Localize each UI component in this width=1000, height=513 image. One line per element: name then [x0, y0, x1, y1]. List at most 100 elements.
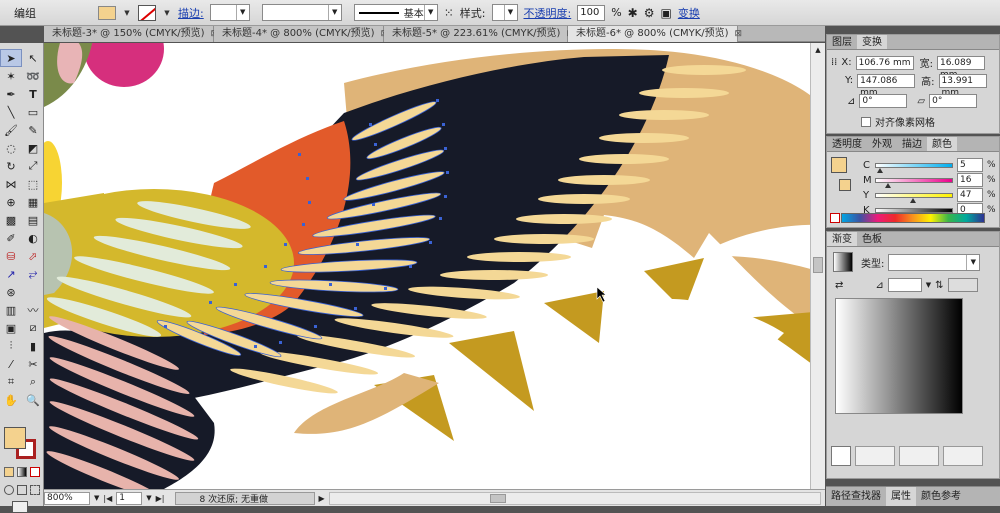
measure-tool-icon[interactable]: ⌕ [22, 373, 44, 391]
tab-color-guide[interactable]: 颜色参考 [916, 487, 966, 506]
gold-tip-shape[interactable] [449, 331, 534, 411]
light-feather[interactable] [558, 175, 650, 185]
color-fill-box[interactable] [831, 157, 847, 173]
doc-tab-2[interactable]: 未标题-4* @ 800% (CMYK/预览)⊠ [214, 26, 388, 42]
channel-slider[interactable] [873, 207, 953, 218]
gradient-preview-swatch[interactable] [833, 252, 853, 272]
gradient-angle-field[interactable] [887, 278, 922, 292]
eyedropper-tool-icon[interactable]: ✐ [0, 229, 22, 247]
close-icon[interactable]: ⊠ [735, 26, 743, 42]
gradient-stop-right[interactable] [943, 446, 983, 466]
align-icon[interactable]: ⚙ [644, 6, 655, 20]
channel-slider[interactable] [875, 162, 953, 173]
pink-leaf-shape[interactable] [57, 43, 82, 84]
color-spectrum-ramp[interactable] [841, 213, 985, 223]
gradient-stop-left[interactable] [831, 446, 851, 466]
light-feather[interactable] [599, 133, 689, 143]
stroke-weight-select[interactable]: ▼ [209, 4, 250, 21]
blob-brush-tool-icon[interactable]: ◌ [0, 139, 22, 157]
channel-value-field[interactable]: 5 [957, 158, 983, 172]
gradient-type-select[interactable]: ▼ [888, 254, 981, 271]
pencil-tool-icon[interactable]: ✎ [22, 121, 44, 139]
shape-builder-tool-icon[interactable]: ⊕ [0, 193, 22, 211]
rectangle-tool-icon[interactable]: ▭ [22, 103, 44, 121]
transform-box-icon[interactable]: ▣ [661, 6, 672, 20]
zoom-tool-icon[interactable]: 🔍 [22, 391, 44, 409]
slice-tool-icon[interactable]: ⧄ [22, 319, 44, 337]
reverse-gradient-icon[interactable]: ⇄ [835, 280, 843, 291]
column-graph-tool-icon[interactable]: ▥ [0, 301, 22, 319]
tab-appearance[interactable]: 外观 [867, 137, 897, 151]
gradient-tool-icon[interactable]: ▤ [22, 211, 44, 229]
free-transform-tool-icon[interactable]: ⬚ [22, 175, 44, 193]
hand-tool-icon[interactable]: ✋ [0, 391, 22, 409]
stroke-dropdown-icon[interactable]: ▼ [162, 6, 172, 20]
color-fill-stroke-widget[interactable] [831, 157, 857, 191]
paintbrush-tool-icon[interactable]: 🖌 [0, 121, 22, 139]
reference-point-icon[interactable]: ⁞⁞ [831, 57, 837, 68]
first-artboard-icon[interactable]: |◀ [103, 494, 112, 503]
fill-dropdown-icon[interactable]: ▼ [122, 6, 132, 20]
light-feather[interactable] [619, 110, 709, 120]
column-chart-tool-icon[interactable]: ▮ [22, 337, 44, 355]
gradient-stop-mid2[interactable] [899, 446, 939, 466]
lasso-tool-icon[interactable]: ➿ [22, 67, 44, 85]
opacity-link[interactable]: 不透明度: [524, 5, 572, 21]
color-mode-icon[interactable] [4, 467, 14, 477]
tab-transform[interactable]: 变换 [857, 35, 887, 49]
line-tool-icon[interactable]: ╲ [0, 103, 22, 121]
draw-behind-icon[interactable] [17, 485, 27, 495]
y-field[interactable]: 147.086 mm [857, 73, 916, 98]
gold-tip-shape[interactable] [544, 291, 604, 343]
draw-normal-icon[interactable] [4, 485, 14, 495]
width-tool-icon[interactable]: ⋈ [0, 175, 22, 193]
channel-slider-thumb[interactable] [885, 182, 892, 188]
light-feather[interactable] [516, 214, 612, 224]
magenta-shape[interactable] [84, 43, 164, 87]
bird-wing-artwork[interactable] [44, 43, 825, 489]
vertical-scroll-thumb[interactable] [813, 257, 823, 273]
graph-tool-icon[interactable]: ⫶ [0, 337, 22, 355]
doc-tab-3[interactable]: 未标题-5* @ 223.61% (CMYK/预览)⊠ [384, 26, 574, 42]
channel-slider-thumb[interactable] [876, 167, 883, 173]
tab-gradient[interactable]: 渐变 [827, 232, 857, 246]
tab-color[interactable]: 颜色 [927, 137, 957, 151]
transform-link[interactable]: 变换 [678, 5, 700, 21]
doc-tab-4[interactable]: 未标题-6* @ 800% (CMYK/预览) ⊠ [568, 26, 742, 42]
live-paint-bucket-tool-icon[interactable]: ⛁ [0, 247, 22, 265]
shear-field[interactable]: 0° [929, 94, 978, 108]
gradient-mode-icon[interactable] [17, 467, 27, 477]
vertical-scrollbar[interactable]: ▲ [810, 43, 825, 489]
status-menu-icon[interactable]: ▶ [319, 494, 325, 503]
tab-pathfinder[interactable]: 路径查找器 [826, 487, 886, 506]
channel-value-field[interactable]: 47 [957, 188, 983, 202]
eraser-tool-icon[interactable]: ◩ [22, 139, 44, 157]
height-field[interactable]: 13.991 mm [938, 73, 987, 98]
fill-color-box[interactable] [4, 427, 26, 449]
scroll-up-icon[interactable]: ▲ [811, 43, 825, 57]
aspect-ratio-field[interactable] [947, 278, 978, 292]
color-stroke-box[interactable] [839, 179, 851, 191]
fill-swatch[interactable] [98, 5, 116, 20]
stroke-swatch[interactable] [138, 4, 156, 21]
light-feather[interactable] [467, 252, 571, 262]
warp-tool-icon[interactable]: 〰 [22, 301, 44, 319]
none-color-icon[interactable] [830, 213, 840, 223]
recolor-icon[interactable]: ✱ [628, 6, 638, 20]
variable-width-select[interactable]: ▼ [261, 4, 342, 21]
channel-slider[interactable] [875, 177, 953, 188]
none-mode-icon[interactable] [30, 467, 40, 477]
x-field[interactable]: 106.76 mm [855, 55, 914, 70]
tab-attributes[interactable]: 属性 [886, 487, 916, 506]
tab-transparency[interactable]: 透明度 [827, 137, 867, 151]
scissors-tool-icon[interactable]: ✂ [22, 355, 44, 373]
horizontal-scroll-thumb[interactable] [489, 493, 506, 503]
artboard-dropdown-icon[interactable]: ▼ [146, 494, 151, 502]
opacity-input[interactable]: 100 [577, 4, 606, 21]
light-feather[interactable] [538, 194, 630, 204]
zoom-field[interactable]: 800% [44, 491, 90, 505]
scale-tool-icon[interactable]: ⤢ [22, 157, 44, 175]
stroke-link[interactable]: 描边: [178, 5, 204, 21]
fill-stroke-widget[interactable] [4, 427, 42, 461]
type-tool-icon[interactable]: T [22, 85, 44, 103]
